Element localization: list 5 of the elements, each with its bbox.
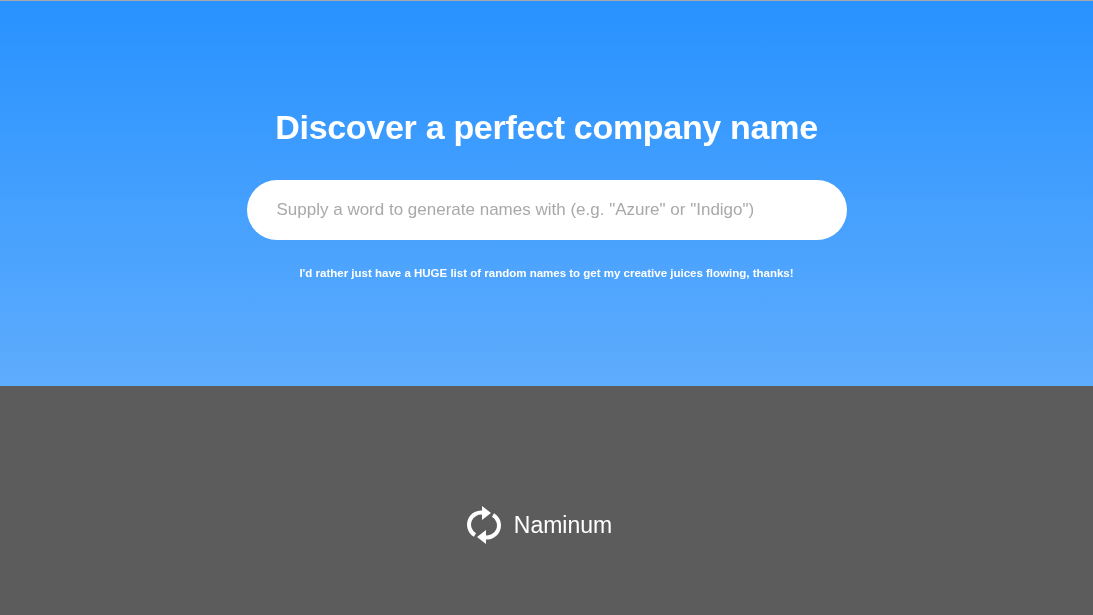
page-title: Discover a perfect company name [275, 107, 818, 148]
random-names-link[interactable]: I'd rather just have a HUGE list of random names to get my creative juices flowing, thanks! [299, 266, 794, 280]
search-field[interactable]: Supply a word to generate names with (e.g. "Azure" or "Indigo") [246, 180, 847, 240]
brand-name: Naminum [513, 510, 613, 539]
refresh-icon [466, 504, 501, 545]
